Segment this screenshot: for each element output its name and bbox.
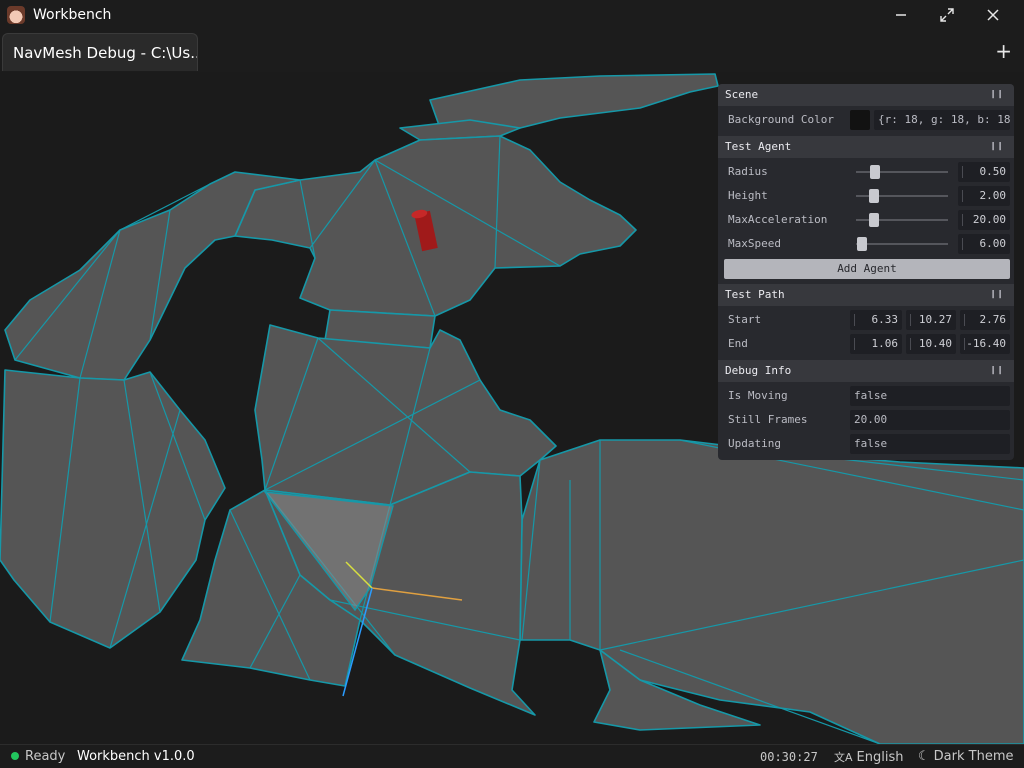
minimize-icon [896,14,906,16]
navmesh-polygon [519,439,1024,744]
max-speed-slider[interactable] [856,243,948,245]
max-speed-input[interactable]: 6.00 [958,234,1010,254]
navmesh-polygon [234,135,637,317]
start-y-input[interactable]: 10.27 [906,310,956,330]
collapse-icon: ❙❙ [989,141,1004,152]
maximize-icon [940,8,954,22]
max-speed-slider-handle[interactable] [857,237,867,251]
folder-test-agent-title: Test Agent [725,140,792,153]
theme-toggle[interactable]: ☾ Dark Theme [918,749,1013,764]
start-z-input[interactable]: 2.76 [960,310,1010,330]
height-input[interactable]: 2.00 [958,186,1010,206]
window-title: Workbench [33,7,112,23]
end-z-input[interactable]: -16.40 [960,334,1010,354]
tab-navmesh-debug[interactable]: NavMesh Debug - C:\Us... [2,33,198,71]
radius-label: Radius [728,165,768,178]
add-agent-button[interactable]: Add Agent [724,259,1010,279]
height-label: Height [728,189,768,202]
theme-label: Dark Theme [933,749,1014,764]
start-label: Start [728,313,762,326]
folder-test-path[interactable]: Test Path ❙❙ [718,284,1014,306]
end-x-input[interactable]: 1.06 [850,334,902,354]
add-tab-button[interactable]: + [995,39,1012,63]
max-acceleration-input[interactable]: 20.00 [958,210,1010,230]
is-moving-value: false [850,386,1010,406]
status-bar: Ready Workbench v1.0.0 00:30:27 文A Englis… [0,744,1024,768]
folder-test-agent[interactable]: Test Agent ❙❙ [718,136,1014,158]
debug-gui-panel: Scene ❙❙ Background Color {r: 18, g: 18,… [718,84,1014,460]
navmesh-polygon [0,369,226,649]
folder-scene-title: Scene [725,88,759,101]
background-color-label: Background Color [728,113,834,126]
language-selector[interactable]: 文A English [834,749,903,765]
height-slider-handle[interactable] [869,189,879,203]
max-acceleration-label: MaxAcceleration [728,213,828,226]
folder-debug-info-title: Debug Info [725,364,792,377]
title-bar: Workbench [0,0,1024,30]
background-color-swatch[interactable] [850,110,870,130]
app-version: Workbench v1.0.0 [77,749,195,764]
language-label: English [856,750,904,765]
radius-slider-handle[interactable] [870,165,880,179]
start-x-input[interactable]: 6.33 [850,310,902,330]
status-clock: 00:30:27 [760,750,818,764]
close-button[interactable] [970,0,1016,30]
moon-icon: ☾ [918,749,930,764]
end-y-input[interactable]: 10.40 [906,334,956,354]
tab-bar: NavMesh Debug - C:\Us... + [0,30,1024,72]
collapse-icon: ❙❙ [989,89,1004,100]
max-acceleration-slider-handle[interactable] [869,213,879,227]
minimize-button[interactable] [878,0,924,30]
collapse-icon: ❙❙ [989,289,1004,300]
status-dot-icon [11,751,19,760]
still-frames-label: Still Frames [728,413,808,426]
folder-debug-info[interactable]: Debug Info ❙❙ [718,360,1014,382]
is-moving-label: Is Moving [728,389,788,402]
collapse-icon: ❙❙ [989,365,1004,376]
app-icon [7,6,25,24]
max-speed-label: MaxSpeed [728,237,781,250]
still-frames-value: 20.00 [850,410,1010,430]
radius-input[interactable]: 0.50 [958,162,1010,182]
updating-label: Updating [728,437,781,450]
updating-value: false [850,434,1010,454]
folder-test-path-title: Test Path [725,288,785,301]
status-ready-text: Ready [25,749,66,764]
background-color-field[interactable]: {r: 18, g: 18, b: 18} [874,110,1010,130]
folder-scene[interactable]: Scene ❙❙ [718,84,1014,106]
end-label: End [728,337,748,350]
maximize-button[interactable] [924,0,970,30]
status-ready: Ready [11,749,65,764]
translate-icon: 文A [834,751,853,764]
close-icon [987,9,999,21]
